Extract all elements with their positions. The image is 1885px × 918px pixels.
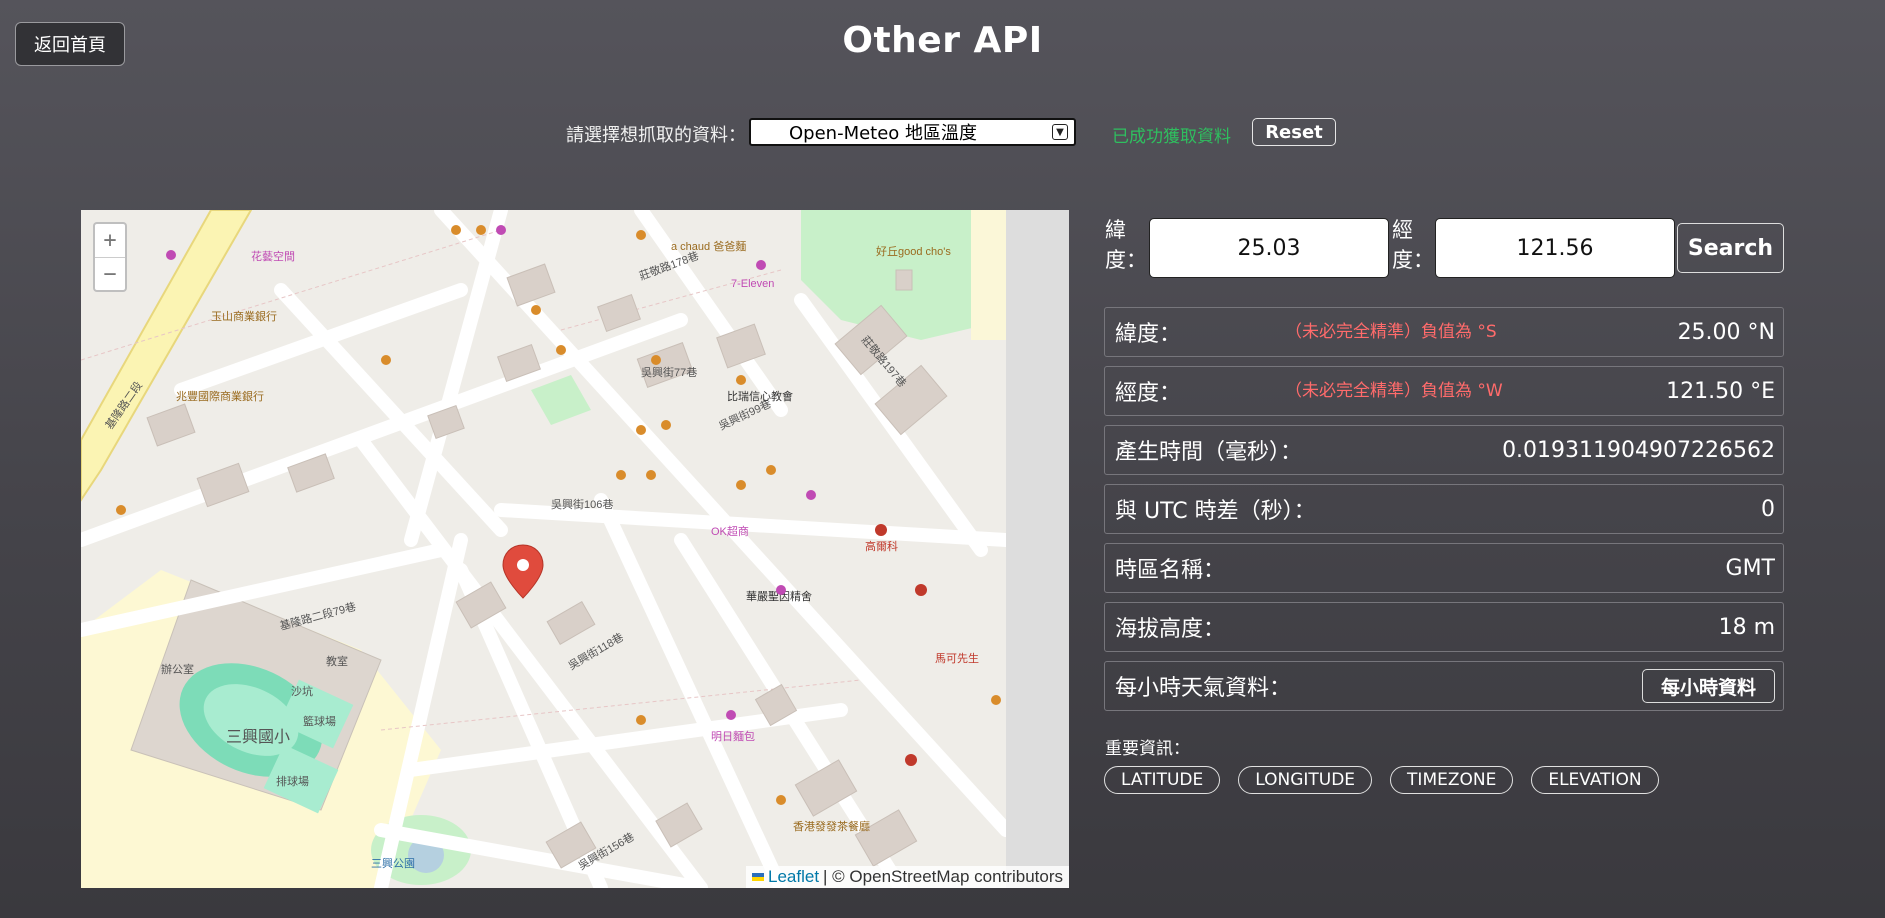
poi-label: a chaud 爸爸麵 [671, 240, 746, 253]
ukraine-flag-icon [752, 873, 764, 881]
poi-label: 教室 [326, 654, 348, 668]
poi-label: OK超商 [711, 524, 749, 538]
tag-longitude[interactable]: LONGITUDE [1238, 766, 1373, 794]
info-note: （未必完全精準）負值為 °W [1285, 381, 1503, 401]
poi-label: 辦公室 [161, 662, 194, 676]
poi-label: 比瑞信心教會 [727, 389, 793, 403]
info-label: 緯度： [1115, 322, 1182, 347]
info-label: 每小時天氣資料： [1115, 676, 1292, 701]
info-label: 海拔高度： [1115, 617, 1226, 642]
info-label: 時區名稱： [1115, 558, 1226, 583]
hourly-weather-row: 每小時天氣資料： 每小時資料 [1104, 661, 1784, 711]
lon-input-label: 經度： [1392, 218, 1434, 272]
road-label: 吳興街106巷 [551, 497, 613, 511]
longitude-input[interactable]: 121.56 [1435, 218, 1675, 278]
info-value: 25.00 °N [1677, 319, 1775, 345]
info-note: （未必完全精準）負值為 °S [1285, 322, 1497, 342]
tag-latitude[interactable]: LATITUDE [1104, 766, 1221, 794]
poi-label: 花藝空間 [251, 249, 295, 263]
info-label: 與 UTC 時差（秒）： [1115, 499, 1316, 524]
controls-bar: 請選擇想抓取的資料： Open-Meteo 地區溫度 ▼ 已成功獲取資料 Res… [0, 118, 1885, 148]
zoom-control: + − [93, 222, 127, 292]
tag-elevation[interactable]: ELEVATION [1531, 766, 1659, 794]
poi-label: 7-Eleven [731, 278, 774, 290]
zoom-in-button[interactable]: + [95, 224, 125, 257]
lat-input-label: 緯度： [1105, 218, 1147, 272]
timezone-row: 時區名稱： GMT [1104, 543, 1784, 593]
data-source-select[interactable]: Open-Meteo 地區溫度 ▼ [749, 118, 1076, 146]
info-value: 18 m [1718, 614, 1775, 640]
leaflet-link[interactable]: Leaflet [768, 867, 819, 887]
poi-label: 兆豐國際商業銀行 [176, 389, 264, 403]
tag-timezone[interactable]: TIMEZONE [1390, 766, 1514, 794]
longitude-row: 經度： （未必完全精準）負值為 °W 121.50 °E [1104, 366, 1784, 416]
latitude-input[interactable]: 25.03 [1149, 218, 1389, 278]
select-label: 請選擇想抓取的資料： [566, 125, 746, 146]
poi-label: 排球場 [276, 774, 309, 788]
osm-attribution: | © OpenStreetMap contributors [823, 867, 1063, 886]
info-value: 0.019311904907226562 [1502, 437, 1775, 463]
elevation-row: 海拔高度： 18 m [1104, 602, 1784, 652]
map-attribution: Leaflet | © OpenStreetMap contributors [746, 866, 1069, 888]
status-message: 已成功獲取資料 [1112, 127, 1231, 147]
info-label: 產生時間（毫秒）： [1115, 440, 1303, 465]
map-tiles: 吳興街106巷 吳興街118巷 莊敬路178巷 莊敬路197巷 吳興街77巷 吳… [81, 210, 1006, 888]
map-unloaded-tile [1006, 210, 1069, 888]
poi-label: 好丘good cho's [876, 244, 951, 258]
road-label: 吳興街77巷 [641, 365, 697, 379]
poi-label: 沙坑 [291, 684, 313, 698]
map[interactable]: 吳興街106巷 吳興街118巷 莊敬路178巷 莊敬路197巷 吳興街77巷 吳… [81, 210, 1069, 888]
important-info-title: 重要資訊： [1105, 739, 1190, 759]
hourly-data-button[interactable]: 每小時資料 [1641, 669, 1775, 703]
poi-label: 香港發發茶餐廳 [793, 819, 870, 833]
generation-time-row: 產生時間（毫秒）： 0.019311904907226562 [1104, 425, 1784, 475]
poi-label: 三興國小 [226, 728, 290, 746]
latitude-row: 緯度： （未必完全精準）負值為 °S 25.00 °N [1104, 307, 1784, 357]
info-label: 經度： [1115, 381, 1182, 406]
info-value: GMT [1725, 555, 1775, 581]
chevron-down-icon: ▼ [1052, 124, 1068, 140]
search-button[interactable]: Search [1677, 223, 1784, 273]
reset-button[interactable]: Reset [1252, 118, 1336, 146]
select-value: Open-Meteo 地區溫度 [789, 123, 978, 144]
zoom-out-button[interactable]: − [95, 257, 125, 290]
poi-label: 馬可先生 [935, 651, 979, 665]
poi-label: 三興公園 [371, 857, 415, 870]
poi-label: 籃球場 [303, 714, 336, 728]
info-value: 0 [1761, 496, 1775, 522]
poi-label: 高爾科 [865, 539, 898, 553]
info-value: 121.50 °E [1666, 378, 1775, 404]
poi-label: 玉山商業銀行 [211, 309, 277, 323]
page-title: Other API [842, 20, 1043, 61]
important-tags: LATITUDE LONGITUDE TIMEZONE ELEVATION [1104, 766, 1659, 794]
utc-offset-row: 與 UTC 時差（秒）： 0 [1104, 484, 1784, 534]
poi-label: 明日麵包 [711, 730, 755, 743]
